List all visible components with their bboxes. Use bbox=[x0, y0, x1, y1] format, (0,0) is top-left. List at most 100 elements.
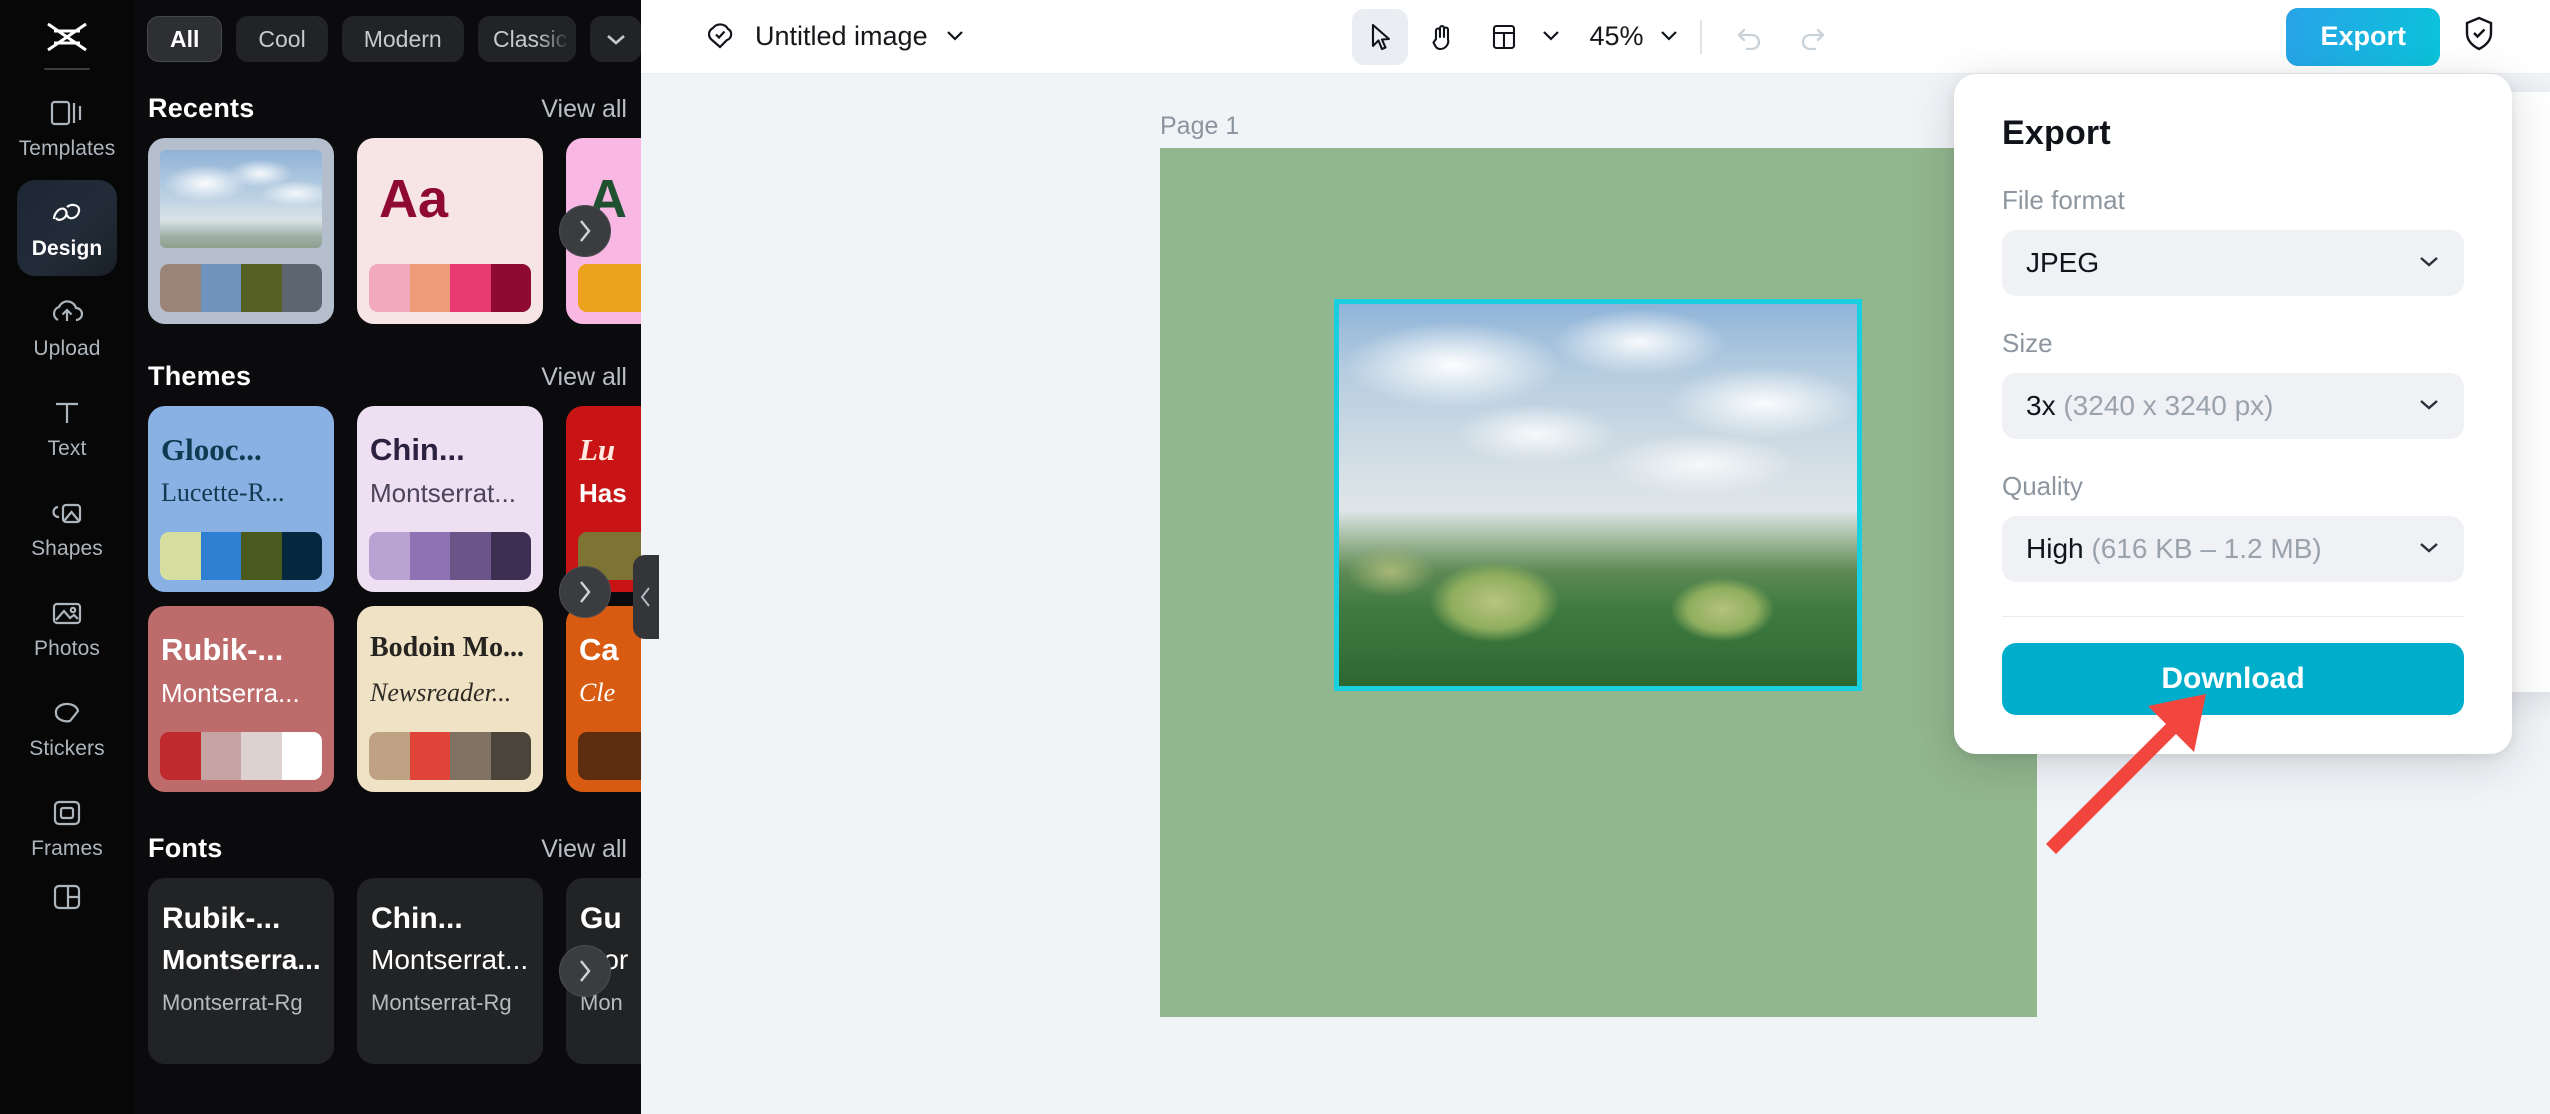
sidebar-item-stickers[interactable]: Stickers bbox=[17, 680, 117, 776]
hand-pan-icon[interactable] bbox=[1413, 9, 1469, 65]
text-icon bbox=[52, 395, 82, 431]
font-title: Gu bbox=[580, 902, 622, 935]
chevron-down-icon[interactable] bbox=[590, 16, 641, 62]
toolbar-left-group: Untitled image bbox=[641, 17, 966, 56]
selected-photo-element[interactable] bbox=[1334, 299, 1862, 691]
sidebar-label: Frames bbox=[31, 837, 103, 860]
recents-card[interactable] bbox=[148, 138, 334, 324]
size-select[interactable]: 3x (3240 x 3240 px) bbox=[2002, 373, 2464, 439]
card-swatches bbox=[160, 264, 322, 312]
sidebar-item-frames[interactable]: Frames bbox=[17, 780, 117, 876]
recents-carousel: Aa A bbox=[134, 138, 641, 324]
filter-chip-classic[interactable]: Classic bbox=[477, 16, 577, 62]
sidebar-item-design[interactable]: Design bbox=[17, 180, 117, 276]
size-label: Size bbox=[2002, 328, 2053, 358]
recents-next-arrow-icon[interactable] bbox=[559, 205, 611, 257]
redo-icon[interactable] bbox=[1784, 9, 1840, 65]
theme-card[interactable]: Bodoin Mo... Newsreader... bbox=[357, 606, 543, 792]
view-all-fonts-link[interactable]: View all bbox=[541, 835, 627, 864]
sidebar-label: Design bbox=[31, 237, 103, 260]
design-icon bbox=[50, 195, 84, 231]
chevron-down-icon[interactable] bbox=[1539, 25, 1561, 48]
sidebar-item-photos[interactable]: Photos bbox=[17, 580, 117, 676]
chevron-down-icon bbox=[2416, 396, 2442, 417]
theme-card[interactable]: Chin... Montserrat... bbox=[357, 406, 543, 592]
font-card[interactable]: Chin... Montserrat... Montserrat-Rg bbox=[357, 878, 543, 1064]
file-format-label: File format bbox=[2002, 185, 2125, 215]
undo-icon[interactable] bbox=[1722, 9, 1778, 65]
capcut-logo-icon[interactable] bbox=[37, 14, 97, 60]
upload-cloud-icon bbox=[49, 295, 85, 331]
page-label: Page 1 bbox=[1160, 112, 1240, 140]
chevron-down-icon[interactable] bbox=[944, 25, 966, 48]
themes-carousel-row2: Rubik-... Montserra... Bodoin Mo... News… bbox=[134, 566, 641, 792]
file-format-select[interactable]: JPEG bbox=[2002, 230, 2464, 296]
theme-card[interactable]: Ca Cle bbox=[566, 606, 641, 792]
design-panel: All Cool Modern Classic Recents View all… bbox=[134, 0, 641, 1114]
quality-select[interactable]: High (616 KB – 1.2 MB) bbox=[2002, 516, 2464, 582]
sidebar-label: Upload bbox=[33, 337, 101, 360]
chevron-down-icon[interactable] bbox=[1658, 25, 1680, 48]
theme-subtitle: Montserra... bbox=[161, 678, 300, 708]
export-popover-title: Export bbox=[2002, 114, 2111, 152]
font-title: Rubik-... bbox=[162, 902, 281, 935]
card-swatches bbox=[578, 732, 641, 780]
export-popover: Export File format JPEG Size 3x (3240 x … bbox=[1954, 74, 2512, 754]
stickers-icon bbox=[50, 695, 84, 731]
recents-card[interactable]: Aa bbox=[357, 138, 543, 324]
card-swatches bbox=[369, 732, 531, 780]
font-card[interactable]: Rubik-... Montserra... Montserrat-Rg bbox=[148, 878, 334, 1064]
filter-chip-all[interactable]: All bbox=[147, 16, 223, 62]
card-swatches bbox=[160, 732, 322, 780]
sidebar-label: Stickers bbox=[29, 737, 105, 760]
fonts-carousel: Rubik-... Montserra... Montserrat-Rg Chi… bbox=[134, 878, 641, 1064]
shield-check-icon[interactable] bbox=[2462, 15, 2496, 58]
card-thumbnail bbox=[160, 150, 322, 248]
cloud-check-icon bbox=[701, 17, 739, 56]
popover-divider bbox=[2002, 616, 2464, 617]
size-value: 3x bbox=[2026, 390, 2056, 421]
view-all-themes-link[interactable]: View all bbox=[541, 363, 627, 392]
sidebar-item-text[interactable]: Text bbox=[17, 380, 117, 476]
quality-label: Quality bbox=[2002, 471, 2083, 501]
filter-chip-modern[interactable]: Modern bbox=[341, 16, 464, 62]
theme-title: Rubik-... bbox=[161, 632, 284, 667]
view-all-recents-link[interactable]: View all bbox=[541, 95, 627, 124]
theme-card[interactable]: Rubik-... Montserra... bbox=[148, 606, 334, 792]
card-swatches bbox=[369, 264, 531, 312]
download-button[interactable]: Download bbox=[2002, 643, 2464, 715]
layout-page-icon[interactable] bbox=[1475, 9, 1531, 65]
font-subtitle: Montserrat... bbox=[371, 944, 529, 975]
filter-chip-bar: All Cool Modern Classic bbox=[134, 0, 641, 76]
section-title: Recents bbox=[148, 93, 255, 123]
panel-collapse-handle[interactable] bbox=[633, 555, 659, 639]
toolbar-center-group: 45% bbox=[1351, 8, 1840, 65]
themes-next-arrow-icon[interactable] bbox=[559, 566, 611, 618]
app-root: Templates Design Upload Text Shapes Phot… bbox=[0, 0, 2550, 1114]
theme-title: Lu bbox=[579, 432, 616, 467]
sidebar-item-grids[interactable] bbox=[17, 874, 117, 920]
document-title[interactable]: Untitled image bbox=[755, 21, 928, 52]
left-nav-rail: Templates Design Upload Text Shapes Phot… bbox=[0, 0, 134, 1114]
top-toolbar: Untitled image 45% Export bbox=[641, 0, 2550, 74]
sidebar-item-upload[interactable]: Upload bbox=[17, 280, 117, 376]
export-button[interactable]: Export bbox=[2286, 7, 2440, 66]
section-header-recents: Recents View all bbox=[134, 80, 641, 124]
quality-detail: (616 KB – 1.2 MB) bbox=[2091, 533, 2322, 564]
theme-title: Bodoin Mo... bbox=[370, 632, 525, 663]
theme-title: Ca bbox=[579, 632, 619, 667]
theme-card[interactable]: Lu Has bbox=[566, 406, 641, 592]
theme-title: Glooc... bbox=[161, 432, 262, 467]
theme-card[interactable]: Glooc... Lucette-R... bbox=[148, 406, 334, 592]
themes-carousel-row1: Glooc... Lucette-R... Chin... Montserrat… bbox=[134, 406, 641, 592]
toolbar-divider bbox=[1699, 19, 1702, 54]
filter-chip-cool[interactable]: Cool bbox=[236, 16, 328, 62]
zoom-level-value[interactable]: 45% bbox=[1581, 21, 1651, 52]
fonts-next-arrow-icon[interactable] bbox=[559, 945, 611, 997]
theme-subtitle: Has bbox=[579, 478, 627, 508]
cursor-select-icon[interactable] bbox=[1351, 8, 1408, 65]
chevron-down-icon bbox=[2416, 539, 2442, 560]
sidebar-item-templates[interactable]: Templates bbox=[17, 80, 117, 176]
sidebar-item-shapes[interactable]: Shapes bbox=[17, 480, 117, 576]
size-detail: (3240 x 3240 px) bbox=[2063, 390, 2274, 421]
